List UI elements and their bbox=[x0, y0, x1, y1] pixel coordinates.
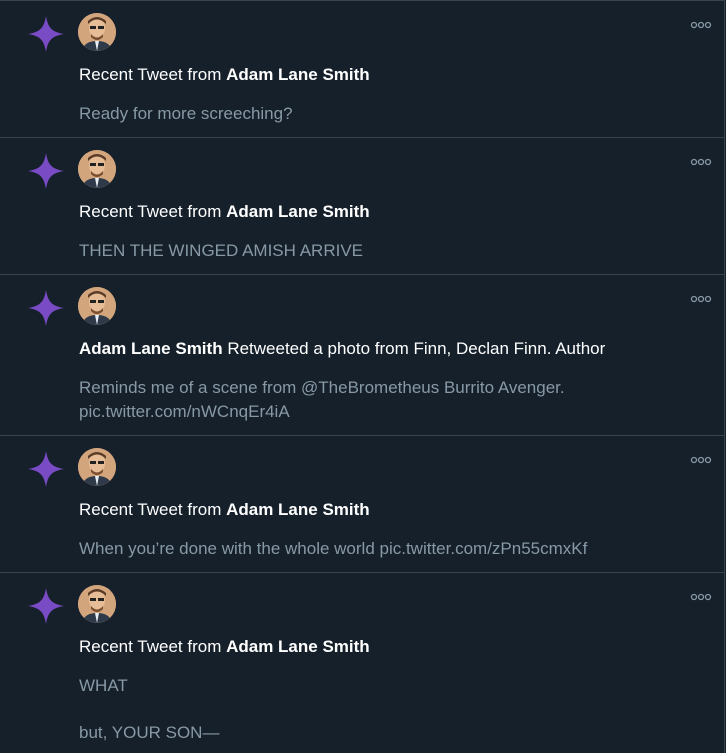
notification-headline: Recent Tweet from Adam Lane Smith bbox=[79, 202, 370, 222]
avatar[interactable] bbox=[78, 13, 116, 51]
tweet-line: but, YOUR SON— bbox=[79, 723, 220, 742]
avatar[interactable] bbox=[78, 150, 116, 188]
headline-prefix: Recent Tweet from bbox=[79, 202, 227, 221]
author-name[interactable]: Adam Lane Smith bbox=[226, 637, 370, 656]
more-options-icon[interactable] bbox=[690, 293, 712, 305]
avatar[interactable] bbox=[78, 287, 116, 325]
notification-item[interactable]: Recent Tweet from Adam Lane Smith When y… bbox=[0, 435, 724, 572]
sparkle-icon bbox=[28, 16, 64, 52]
notification-headline: Recent Tweet from Adam Lane Smith bbox=[79, 500, 370, 520]
notifications-feed: Recent Tweet from Adam Lane Smith Ready … bbox=[0, 0, 725, 753]
author-name[interactable]: Adam Lane Smith bbox=[226, 65, 370, 84]
author-name[interactable]: Adam Lane Smith bbox=[79, 339, 223, 358]
tweet-text[interactable]: Reminds me of a scene from @TheBrometheu… bbox=[79, 376, 704, 424]
notification-item[interactable]: Recent Tweet from Adam Lane Smith THEN T… bbox=[0, 137, 724, 274]
notification-item[interactable]: Recent Tweet from Adam Lane Smith WHAT b… bbox=[0, 572, 724, 752]
more-options-icon[interactable] bbox=[690, 156, 712, 168]
tweet-line: When you’re done with the whole world pi… bbox=[79, 539, 588, 558]
tweet-text[interactable]: THEN THE WINGED AMISH ARRIVE bbox=[79, 239, 704, 263]
notification-headline: Adam Lane Smith Retweeted a photo from F… bbox=[79, 339, 605, 359]
notification-headline: Recent Tweet from Adam Lane Smith bbox=[79, 637, 370, 657]
notification-item[interactable]: Adam Lane Smith Retweeted a photo from F… bbox=[0, 274, 724, 435]
tweet-line: THEN THE WINGED AMISH ARRIVE bbox=[79, 241, 364, 260]
more-options-icon[interactable] bbox=[690, 454, 712, 466]
headline-prefix: Recent Tweet from bbox=[79, 500, 227, 519]
tweet-text[interactable]: Ready for more screeching? bbox=[79, 102, 704, 126]
headline-prefix: Recent Tweet from bbox=[79, 637, 227, 656]
tweet-line: Ready for more screeching? bbox=[79, 104, 293, 123]
notification-item[interactable]: Recent Tweet from Adam Lane Smith Ready … bbox=[0, 0, 724, 137]
tweet-line: Reminds me of a scene from @TheBrometheu… bbox=[79, 378, 565, 397]
tweet-line: WHAT bbox=[79, 676, 128, 695]
sparkle-icon bbox=[28, 153, 64, 189]
more-options-icon[interactable] bbox=[690, 19, 712, 31]
sparkle-icon bbox=[28, 451, 64, 487]
avatar[interactable] bbox=[78, 585, 116, 623]
tweet-link[interactable]: pic.twitter.com/nWCnqEr4iA bbox=[79, 400, 704, 424]
headline-prefix: Recent Tweet from bbox=[79, 65, 227, 84]
author-name[interactable]: Adam Lane Smith bbox=[226, 202, 370, 221]
sparkle-icon bbox=[28, 588, 64, 624]
headline-suffix: Retweeted a photo from Finn, Declan Finn… bbox=[222, 339, 606, 358]
tweet-text[interactable]: WHAT but, YOUR SON— bbox=[79, 674, 704, 745]
more-options-icon[interactable] bbox=[690, 591, 712, 603]
tweet-text[interactable]: When you’re done with the whole world pi… bbox=[79, 537, 704, 561]
author-name[interactable]: Adam Lane Smith bbox=[226, 500, 370, 519]
avatar[interactable] bbox=[78, 448, 116, 486]
sparkle-icon bbox=[28, 290, 64, 326]
notification-headline: Recent Tweet from Adam Lane Smith bbox=[79, 65, 370, 85]
